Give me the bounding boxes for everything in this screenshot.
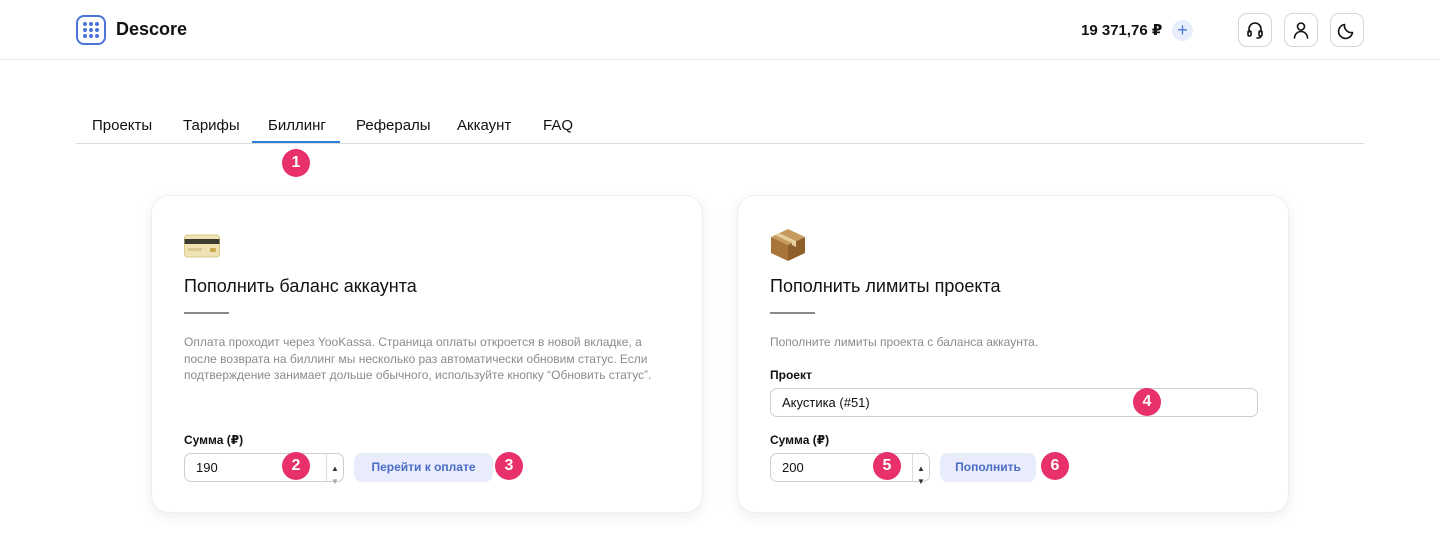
step-marker-6: 6 bbox=[1041, 452, 1069, 480]
step-marker-3: 3 bbox=[495, 452, 523, 480]
project-card-description: Пополните лимиты проекта с баланса аккау… bbox=[770, 335, 1039, 349]
step-marker-2: 2 bbox=[282, 452, 310, 480]
amount-value: 190 bbox=[196, 460, 218, 475]
amount-stepper[interactable]: ▲ ▼ bbox=[912, 454, 929, 486]
account-card-description: Оплата проходит через YooKassa. Страница… bbox=[184, 335, 652, 382]
project-label: Проект bbox=[770, 368, 812, 382]
account-balance: 19 371,76 ₽ bbox=[1081, 22, 1163, 39]
account-card-title: Пополнить баланс аккаунта bbox=[184, 276, 417, 296]
project-amount-input[interactable]: 200 ▲ ▼ bbox=[770, 453, 930, 486]
add-funds-button[interactable]: + bbox=[1172, 20, 1193, 41]
brand-name[interactable]: Descore bbox=[116, 19, 187, 40]
tab-account[interactable]: Аккаунт bbox=[457, 117, 511, 134]
project-topup-card: Пополнить лимиты проекта Пополните лимит… bbox=[737, 195, 1289, 513]
amount-label: Сумма (₽) bbox=[184, 433, 244, 447]
theme-toggle-button[interactable] bbox=[1330, 13, 1364, 47]
project-select[interactable]: Акустика (#51) bbox=[770, 388, 1258, 417]
amount-value: 200 bbox=[782, 460, 804, 475]
main-tabs: Проекты Тарифы Биллинг Рефералы Аккаунт … bbox=[76, 104, 1364, 144]
account-amount-input[interactable]: 190 ▲ ▼ bbox=[184, 453, 344, 486]
account-topup-card: Пополнить баланс аккаунта Оплата проходи… bbox=[151, 195, 703, 513]
tab-tariffs[interactable]: Тарифы bbox=[183, 117, 240, 134]
amount-label: Сумма (₽) bbox=[770, 433, 830, 447]
title-divider bbox=[770, 312, 815, 314]
tab-faq[interactable]: FAQ bbox=[543, 117, 573, 134]
title-divider bbox=[184, 312, 229, 314]
project-card-title: Пополнить лимиты проекта bbox=[770, 276, 1001, 296]
tab-billing[interactable]: Биллинг bbox=[268, 117, 326, 134]
profile-button[interactable] bbox=[1284, 13, 1318, 47]
moon-icon bbox=[1337, 23, 1354, 40]
top-header: Descore 19 371,76 ₽ + bbox=[0, 0, 1440, 60]
amount-stepper[interactable]: ▲ ▼ bbox=[326, 454, 343, 486]
logo-icon[interactable] bbox=[76, 15, 106, 45]
go-to-payment-button[interactable]: Перейти к оплате bbox=[354, 453, 493, 482]
credit-card-emoji bbox=[184, 234, 220, 258]
step-marker-4: 4 bbox=[1133, 388, 1161, 416]
support-button[interactable] bbox=[1238, 13, 1272, 47]
step-marker-1: 1 bbox=[282, 149, 310, 177]
step-marker-5: 5 bbox=[873, 452, 901, 480]
package-emoji bbox=[771, 229, 805, 261]
tab-referrals[interactable]: Рефералы bbox=[356, 117, 431, 134]
topup-limits-button[interactable]: Пополнить bbox=[940, 453, 1036, 482]
stepper-down-icon[interactable]: ▼ bbox=[913, 468, 929, 495]
tab-projects[interactable]: Проекты bbox=[92, 117, 152, 134]
headset-icon bbox=[1247, 22, 1263, 39]
plus-icon: + bbox=[1177, 20, 1188, 40]
user-icon bbox=[1293, 22, 1309, 39]
active-tab-indicator bbox=[252, 141, 340, 143]
stepper-down-icon[interactable]: ▼ bbox=[327, 468, 343, 495]
